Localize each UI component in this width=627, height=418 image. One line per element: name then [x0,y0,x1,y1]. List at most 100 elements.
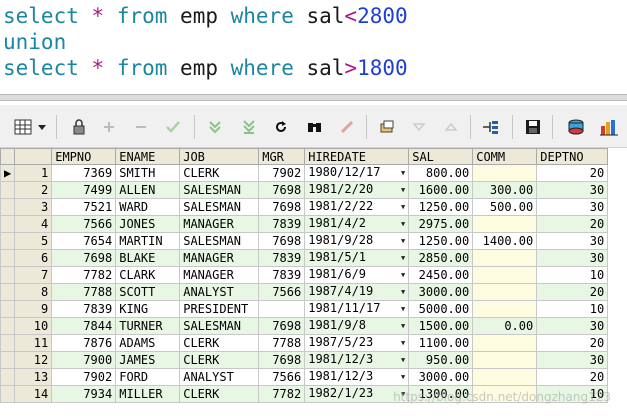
table-cell-deptno[interactable]: 30 [536,249,609,267]
date-dropdown-icon[interactable]: ▼ [401,336,405,351]
table-cell-comm[interactable]: 500.00 [472,198,538,216]
table-cell-job[interactable]: MANAGER [179,266,260,284]
fetch-last-icon[interactable] [238,116,260,138]
date-dropdown-icon[interactable]: ▼ [401,319,405,334]
table-cell-comm[interactable] [472,351,538,369]
table-cell-mgr[interactable]: 7782 [258,385,306,403]
table-cell-hiredate[interactable]: 1981/9/8 ▼ [304,317,410,335]
table-cell-mgr[interactable]: 7566 [258,368,306,386]
save-icon[interactable] [522,116,544,138]
table-cell-empno[interactable]: 7566 [51,215,117,233]
filter-icon[interactable] [480,116,502,138]
table-cell-sal[interactable]: 1250.00 [408,198,474,216]
table-cell-job[interactable]: ANALYST [179,368,260,386]
export-icon[interactable] [565,116,587,138]
table-cell-job[interactable]: SALESMAN [179,198,260,216]
table-cell-job[interactable]: CLERK [179,334,260,352]
date-dropdown-icon[interactable]: ▼ [401,302,405,317]
table-row[interactable]: 11 7876 ADAMS CLERK 7788 1987/5/23 ▼ 1100.00 20 [0,334,609,352]
table-cell-sal[interactable]: 1500.00 [408,317,474,335]
column-header[interactable]: SAL [408,148,474,165]
table-cell-job[interactable]: SALESMAN [179,232,260,250]
date-dropdown-icon[interactable]: ▼ [401,183,405,198]
table-cell-deptno[interactable]: 20 [536,283,609,301]
date-dropdown-icon[interactable]: ▼ [401,353,405,368]
table-cell-empno[interactable]: 7654 [51,232,117,250]
table-cell-empno[interactable]: 7900 [51,351,117,369]
table-cell-hiredate[interactable]: 1981/2/20 ▼ [304,181,410,199]
table-cell-hiredate[interactable]: 1981/2/22 ▼ [304,198,410,216]
table-cell-mgr[interactable] [258,300,306,318]
date-dropdown-icon[interactable]: ▼ [401,217,405,232]
table-cell-sal[interactable]: 3000.00 [408,283,474,301]
table-cell-empno[interactable]: 7844 [51,317,117,335]
table-cell-ename[interactable]: ALLEN [115,181,181,199]
table-cell-empno[interactable]: 7499 [51,181,117,199]
date-dropdown-icon[interactable]: ▼ [401,234,405,249]
table-cell-empno[interactable]: 7934 [51,385,117,403]
table-cell-ename[interactable]: SMITH [115,164,181,182]
delete-record-icon[interactable] [130,116,152,138]
table-cell-mgr[interactable]: 7839 [258,215,306,233]
table-cell-empno[interactable]: 7698 [51,249,117,267]
table-cell-comm[interactable]: 1400.00 [472,232,538,250]
table-cell-ename[interactable]: MILLER [115,385,181,403]
table-cell-empno[interactable]: 7782 [51,266,117,284]
date-dropdown-icon[interactable]: ▼ [401,268,405,283]
table-cell-job[interactable]: SALESMAN [179,181,260,199]
find-icon[interactable] [304,116,326,138]
table-cell-job[interactable]: CLERK [179,351,260,369]
table-cell-comm[interactable]: 0.00 [472,317,538,335]
table-cell-mgr[interactable]: 7902 [258,164,306,182]
table-row[interactable]: 3 7521 WARD SALESMAN 7698 1981/2/22 ▼ 1250.00 50… [0,198,609,216]
table-cell-deptno[interactable]: 20 [536,368,609,386]
table-cell-deptno[interactable]: 20 [536,164,609,182]
table-cell-sal[interactable]: 1600.00 [408,181,474,199]
table-row[interactable]: 13 7902 FORD ANALYST 7566 1981/12/3 ▼ 3000.00 20 [0,368,609,386]
table-cell-comm[interactable]: 300.00 [472,181,538,199]
table-cell-comm[interactable] [472,368,538,386]
table-cell-sal[interactable]: 1100.00 [408,334,474,352]
table-row[interactable]: 8 7788 SCOTT ANALYST 7566 1987/4/19 ▼ 3000.00 20 [0,283,609,301]
table-cell-ename[interactable]: SCOTT [115,283,181,301]
add-record-icon[interactable] [98,116,120,138]
table-cell-sal[interactable]: 2850.00 [408,249,474,267]
lock-icon[interactable] [68,116,90,138]
table-cell-empno[interactable]: 7902 [51,368,117,386]
post-changes-icon[interactable] [162,116,184,138]
column-header[interactable]: JOB [179,148,260,165]
table-cell-deptno[interactable]: 10 [536,266,609,284]
table-row[interactable]: 6 7698 BLAKE MANAGER 7839 1981/5/1 ▼ 2850.00 30 [0,249,609,267]
table-cell-hiredate[interactable]: 1981/5/1 ▼ [304,249,410,267]
table-cell-mgr[interactable]: 7698 [258,232,306,250]
table-cell-deptno[interactable]: 20 [536,215,609,233]
fetch-next-icon[interactable] [204,116,226,138]
table-cell-hiredate[interactable]: 1981/12/3 ▼ [304,368,410,386]
table-cell-comm[interactable] [472,300,538,318]
table-cell-job[interactable]: PRESIDENT [179,300,260,318]
table-cell-sal[interactable]: 950.00 [408,351,474,369]
table-cell-ename[interactable]: ADAMS [115,334,181,352]
table-cell-ename[interactable]: JAMES [115,351,181,369]
table-cell-mgr[interactable]: 7698 [258,198,306,216]
column-header[interactable]: ENAME [115,148,181,165]
date-dropdown-icon[interactable]: ▼ [401,285,405,300]
table-cell-sal[interactable]: 1250.00 [408,232,474,250]
table-cell-ename[interactable]: JONES [115,215,181,233]
table-row[interactable]: 5 7654 MARTIN SALESMAN 7698 1981/9/28 ▼ 1250.00… [0,232,609,250]
table-cell-hiredate[interactable]: 1981/12/3 ▼ [304,351,410,369]
table-cell-sal[interactable]: 800.00 [408,164,474,182]
table-cell-hiredate[interactable]: 1981/6/9 ▼ [304,266,410,284]
table-cell-mgr[interactable]: 7698 [258,351,306,369]
table-cell-mgr[interactable]: 7698 [258,317,306,335]
table-row[interactable]: 10 7844 TURNER SALESMAN 7698 1981/9/8 ▼ 1500.00… [0,317,609,335]
table-cell-job[interactable]: ANALYST [179,283,260,301]
table-cell-ename[interactable]: KING [115,300,181,318]
table-cell-mgr[interactable]: 7698 [258,181,306,199]
column-header[interactable]: COMM [472,148,538,165]
table-cell-hiredate[interactable]: 1980/12/17 ▼ [304,164,410,182]
table-cell-hiredate[interactable]: 1987/5/23 ▼ [304,334,410,352]
table-cell-empno[interactable]: 7876 [51,334,117,352]
table-cell-deptno[interactable]: 30 [536,198,609,216]
table-cell-deptno[interactable]: 30 [536,232,609,250]
